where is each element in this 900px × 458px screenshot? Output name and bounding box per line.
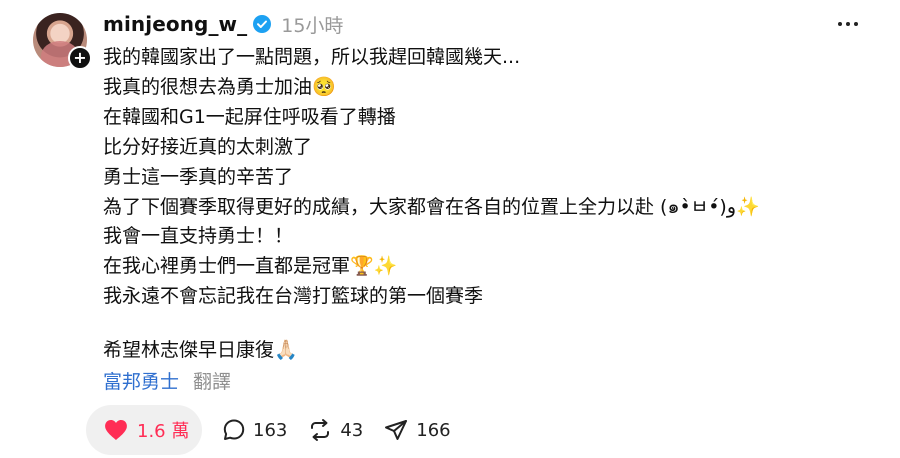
post-line: 在韓國和G1一起屏住呼吸看了轉播 [103,105,396,128]
username[interactable]: minjeong_w_ [103,12,247,36]
repost-button[interactable]: 43 [307,405,363,455]
comment-button[interactable]: 163 [222,405,287,455]
post-line: 為了下個賽季取得更好的成績，大家都會在各自的位置上全力以赴 (๑•̀ㅂ•́)و✨ [103,195,760,218]
like-count: 1.6 萬 [137,421,190,442]
post-header: minjeong_w_ 15小時 [103,8,343,40]
post-line: 我的韓國家出了一點問題，所以我趕回韓國幾天... [103,46,521,68]
translate-link[interactable]: 翻譯 [193,367,231,397]
threads-post: + minjeong_w_ 15小時 我的韓國家出了一點問題，所以我趕回韓國幾天… [0,0,900,458]
post-line: 希望林志傑早日康復🙏🏻 [103,339,298,362]
post-line: 我永遠不會忘記我在台灣打籃球的第一個賽季 [103,285,484,308]
post-tags: 富邦勇士 翻譯 [103,367,231,397]
like-button[interactable]: 1.6 萬 [86,405,202,455]
follow-plus-icon[interactable]: + [68,46,92,70]
heart-icon [103,418,129,442]
post-line: 在我心裡勇士們一直都是冠軍🏆✨ [103,255,398,278]
share-count: 166 [416,419,451,441]
send-icon [383,418,409,442]
post-time: 15小時 [281,14,344,37]
post-line: 我真的很想去為勇士加油🥺 [103,75,336,98]
action-bar: 1.6 萬 163 43 166 [86,405,451,455]
comment-count: 163 [253,419,288,441]
repost-icon [307,418,333,442]
post-body: 我的韓國家出了一點問題，所以我趕回韓國幾天... 我真的很想去為勇士加油🥺 在韓… [103,43,853,366]
topic-tag-link[interactable]: 富邦勇士 [103,367,179,397]
verified-badge-icon [253,15,272,33]
share-button[interactable]: 166 [383,405,451,455]
post-line: 比分好接近真的太刺激了 [103,135,313,158]
post-line: 我會一直支持勇士！！ [103,225,294,248]
repost-count: 43 [340,419,364,441]
post-line: 勇士這一季真的辛苦了 [103,165,294,188]
more-options-icon[interactable] [836,14,860,34]
comment-bubble-icon [222,418,246,442]
